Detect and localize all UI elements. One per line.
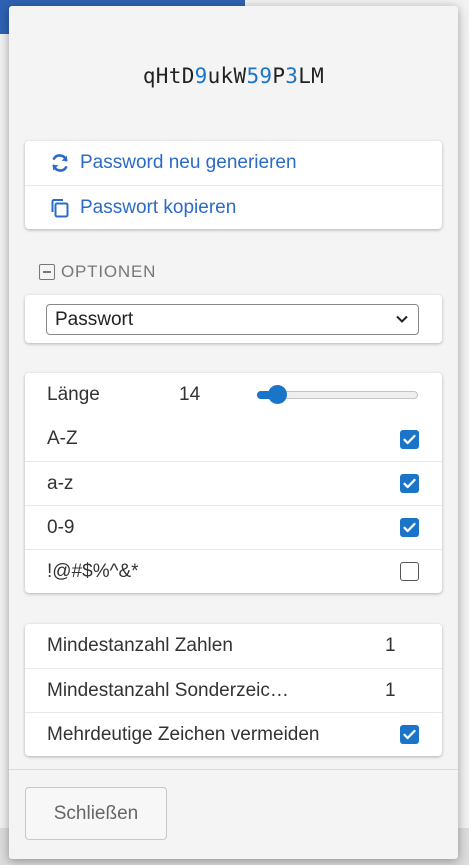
charset-checkbox[interactable] — [400, 429, 419, 449]
password-digit-segment: 9 — [194, 64, 208, 88]
length-row: Länge 14 — [25, 373, 442, 417]
minimums-card: Mindestanzahl Zahlen 1 Mindestanzahl Son… — [25, 624, 442, 756]
options-toggle[interactable]: OPTIONEN — [39, 262, 156, 282]
charset-label: !@#$%^&* — [47, 560, 139, 582]
copy-password-label: Passwort kopieren — [80, 196, 237, 218]
min-numbers-input[interactable]: 1 — [385, 635, 396, 657]
min-special-label: Mindestanzahl Sonderzeic… — [47, 679, 289, 701]
copy-password-button[interactable]: Passwort kopieren — [25, 185, 442, 229]
length-value: 14 — [179, 384, 201, 405]
generator-type-select[interactable]: Passwort — [46, 304, 419, 335]
regenerate-password-label: Password neu generieren — [80, 152, 297, 173]
length-label: Länge — [47, 384, 100, 405]
avoid-ambiguous-row: Mehrdeutige Zeichen vermeiden — [25, 712, 442, 756]
charset-label: A-Z — [47, 428, 78, 449]
min-numbers-row: Mindestanzahl Zahlen 1 — [25, 624, 442, 668]
charset-row: a-z — [25, 461, 442, 505]
length-slider[interactable] — [257, 385, 418, 404]
type-select-card: Passwort — [25, 295, 442, 343]
min-special-input[interactable]: 1 — [385, 680, 396, 702]
password-settings-card: Länge 14 A-Z a-z 0-9 !@#$%^&* — [25, 373, 442, 593]
charset-checkbox[interactable] — [400, 474, 419, 493]
collapse-icon — [39, 264, 55, 280]
password-generator-dialog: qHtD9ukW59P3LM Password neu generieren P… — [9, 6, 458, 859]
close-button[interactable]: Schließen — [25, 787, 167, 840]
password-digit-segment: 59 — [246, 64, 273, 88]
generated-password: qHtD9ukW59P3LM — [9, 64, 458, 88]
charset-checkbox[interactable] — [400, 518, 419, 537]
password-text-segment: ukW — [207, 64, 247, 88]
password-digit-segment: 3 — [285, 64, 299, 88]
generator-type-value: Passwort — [55, 308, 134, 330]
charset-row: A-Z — [25, 417, 442, 461]
options-header-label: OPTIONEN — [61, 262, 157, 281]
chevron-down-icon — [394, 311, 410, 327]
charset-row: !@#$%^&* — [25, 549, 442, 593]
min-special-row: Mindestanzahl Sonderzeic… 1 — [25, 668, 442, 712]
charset-checkbox[interactable] — [400, 562, 419, 581]
charset-label: 0-9 — [47, 516, 75, 538]
password-text-segment: qHtD — [142, 64, 195, 88]
password-actions-card: Password neu generieren Passwort kopiere… — [25, 141, 442, 229]
charset-label: a-z — [47, 472, 74, 494]
footer-divider — [9, 769, 458, 770]
avoid-ambiguous-label: Mehrdeutige Zeichen vermeiden — [47, 723, 320, 745]
avoid-ambiguous-checkbox[interactable] — [400, 725, 419, 744]
min-numbers-label: Mindestanzahl Zahlen — [47, 635, 233, 656]
charset-row: 0-9 — [25, 505, 442, 549]
password-text-segment: LM — [298, 64, 325, 88]
refresh-icon — [49, 152, 71, 174]
copy-icon — [49, 197, 71, 219]
length-slider-thumb[interactable] — [268, 385, 287, 404]
password-text-segment: P — [272, 64, 286, 88]
regenerate-password-button[interactable]: Password neu generieren — [25, 141, 442, 185]
